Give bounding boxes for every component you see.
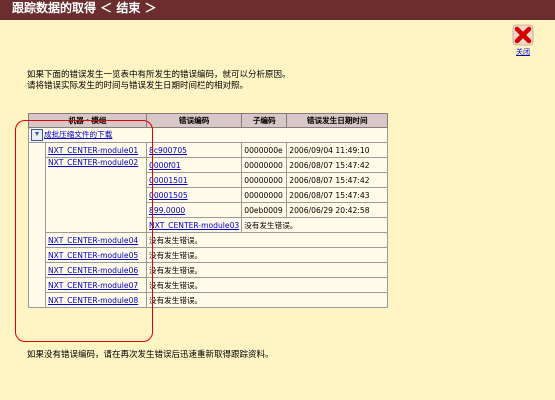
sub-code-cell: 00eb0009 xyxy=(241,202,288,218)
close-label[interactable]: 关闭 xyxy=(508,47,538,57)
footer-note: 如果没有错误编码，请在再次发生错误后迅速重新取得跟踪资料。 xyxy=(27,350,274,360)
module-cell: NXT_CENTER-module06 xyxy=(45,262,147,278)
table-row: NXT_CENTER-module04 没有发生错误。 xyxy=(29,232,389,248)
no-error-cell: 没有发生错误。 xyxy=(145,247,389,263)
module-link-02[interactable]: NXT_CENTER-module02 xyxy=(48,158,138,167)
module-cell: NXT_CENTER-module03 xyxy=(145,217,243,233)
sub-code-cell: 00000000 xyxy=(241,157,288,173)
table-row: NXT_CENTER-module06 没有发生错误。 xyxy=(29,262,389,278)
table-row: NXT_CENTER-module02 0000f01 00000000 200… xyxy=(29,157,389,233)
datetime-cell: 2006/08/07 15:47:42 xyxy=(286,157,389,173)
table-row: NXT_CENTER-module05 没有发生错误。 xyxy=(29,247,389,263)
module-link-05[interactable]: NXT_CENTER-module05 xyxy=(48,251,138,260)
header-datetime: 错误发生日期时间 xyxy=(286,113,389,128)
table-row: NXT_CENTER-module07 没有发生错误。 xyxy=(29,277,389,293)
sub-code-cell: 0000000e xyxy=(241,142,288,158)
sub-code-cell: 00000000 xyxy=(241,172,288,188)
close-x-icon xyxy=(512,24,534,46)
no-error-cell: 没有发生错误。 xyxy=(145,292,389,308)
module-link-03[interactable]: NXT_CENTER-module03 xyxy=(149,221,239,230)
download-link[interactable]: 成批压缩文件的下载 xyxy=(44,130,112,139)
module-link-07[interactable]: NXT_CENTER-module07 xyxy=(48,281,138,290)
table-header-row: 机器・模组 错误编码 子编码 错误发生日期时间 xyxy=(28,113,389,128)
download-row: 成批压缩文件的下载 xyxy=(27,127,389,143)
intro-text: 如果下面的错误发生一览表中有所发生的错误编码，就可以分析原因。 请将错误实际发生… xyxy=(27,70,291,92)
intro-line-2: 请将错误实际发生的时间与错误发生日期时间栏的相对照。 xyxy=(27,81,249,91)
download-cell: 成批压缩文件的下载 xyxy=(27,127,389,143)
sub-code-cell: 00000000 xyxy=(241,187,288,203)
error-code-link[interactable]: 00001505 xyxy=(149,191,188,200)
page-title: 跟踪数据的取得 ＜ 结束 ＞ xyxy=(0,0,555,20)
module-cell: NXT_CENTER-module02 xyxy=(45,157,147,233)
header-error-code: 错误编码 xyxy=(145,113,243,128)
indent-cell xyxy=(28,142,46,308)
error-code-link[interactable]: 899.0000 xyxy=(149,206,185,215)
module-cell: NXT_CENTER-module01 xyxy=(45,142,147,158)
no-error-cell: 没有发生错误。 xyxy=(241,217,389,233)
error-table: 机器・模组 错误编码 子编码 错误发生日期时间 成批压缩文件的下载 NXT_CE… xyxy=(27,113,389,308)
module-link-08[interactable]: NXT_CENTER-module08 xyxy=(48,296,138,305)
module-cell: NXT_CENTER-module08 xyxy=(45,292,147,308)
module-link-04[interactable]: NXT_CENTER-module04 xyxy=(48,236,138,245)
datetime-cell: 2006/09/04 11:49:10 xyxy=(286,142,389,158)
no-error-cell: 没有发生错误。 xyxy=(145,277,389,293)
error-code-link[interactable]: 00001501 xyxy=(149,176,188,185)
module-cell: NXT_CENTER-module05 xyxy=(45,247,147,263)
error-code-link[interactable]: 0000f01 xyxy=(149,161,181,170)
module-link-06[interactable]: NXT_CENTER-module06 xyxy=(48,266,138,275)
module-link-01[interactable]: NXT_CENTER-module01 xyxy=(48,146,138,155)
intro-line-1: 如果下面的错误发生一览表中有所发生的错误编码，就可以分析原因。 xyxy=(27,70,291,80)
download-icon[interactable] xyxy=(31,129,43,141)
datetime-cell: 2006/08/07 15:47:43 xyxy=(286,187,389,203)
no-error-cell: 没有发生错误。 xyxy=(145,262,389,278)
close-button[interactable]: 关闭 xyxy=(508,24,538,57)
header-module: 机器・模组 xyxy=(28,113,147,128)
module-cell: NXT_CENTER-module07 xyxy=(45,277,147,293)
datetime-cell: 2006/08/07 15:47:42 xyxy=(286,172,389,188)
module-cell: NXT_CENTER-module04 xyxy=(45,232,147,248)
error-code-link[interactable]: 8c900705 xyxy=(149,146,187,155)
table-row: NXT_CENTER-module01 8c900705 0000000e 20… xyxy=(28,142,389,308)
no-error-cell: 没有发生错误。 xyxy=(145,232,389,248)
datetime-cell: 2006/06/29 20:42:58 xyxy=(286,202,389,218)
header-sub-code: 子编码 xyxy=(241,113,288,128)
table-row: NXT_CENTER-module08 没有发生错误。 xyxy=(29,292,389,308)
